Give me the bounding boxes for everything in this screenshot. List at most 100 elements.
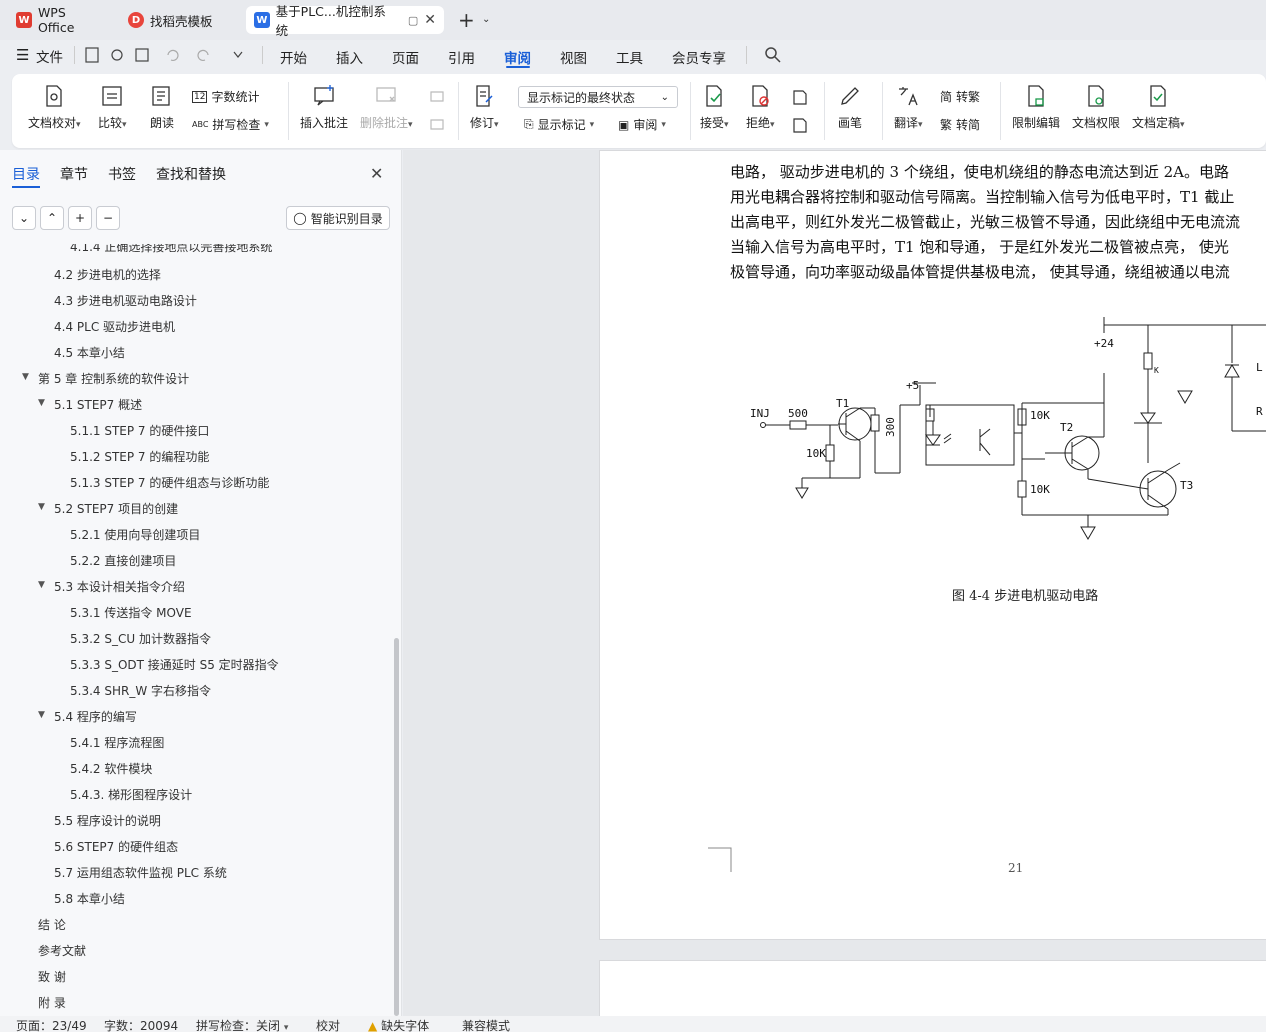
menu-view[interactable]: 视图 — [560, 47, 587, 67]
paragraph-line[interactable]: 用光电耦合器将控制和驱动信号隔离。当控制输入信号为低电平时，T1 截止 — [730, 186, 1234, 207]
restrict-editing-button[interactable]: 限制编辑 — [1012, 84, 1060, 131]
menu-tools[interactable]: 工具 — [616, 47, 643, 67]
toc-item[interactable]: 5.8 本章小结 — [54, 890, 125, 907]
change-nav-icons[interactable] — [790, 88, 810, 136]
toc-item[interactable]: 5.4 程序的编写 — [54, 708, 137, 725]
toc-item[interactable]: 5.3.4 SHR_W 字右移指令 — [70, 682, 211, 699]
toc-item[interactable]: 5.7 运用组态软件监视 PLC 系统 — [54, 864, 227, 881]
review-pane-button[interactable]: ▣ 审阅 ▾ — [618, 116, 666, 133]
toc-item[interactable]: 结 论 — [38, 916, 66, 933]
finalize-button[interactable]: 文档定稿▾ — [1132, 84, 1185, 131]
word-count-button[interactable]: 12 字数统计 — [192, 88, 259, 105]
collapse-button[interactable]: ⌄ — [12, 206, 36, 230]
expand-arrow-icon[interactable]: ▼ — [38, 580, 45, 590]
tab-find-replace[interactable]: 查找和替换 — [156, 164, 226, 184]
toc-item[interactable]: 致 谢 — [38, 968, 66, 985]
doc-permission-button[interactable]: 文档权限 — [1072, 84, 1120, 131]
close-icon[interactable]: ✕ — [370, 164, 383, 183]
tab-dropdown-icon[interactable]: ⌄ — [482, 14, 490, 25]
expand-arrow-icon[interactable]: ▼ — [38, 710, 45, 720]
hamburger-icon[interactable]: ☰ — [16, 46, 29, 64]
pen-button[interactable]: 画笔 — [838, 84, 862, 131]
toc-item[interactable]: 5.3.1 传送指令 MOVE — [70, 604, 192, 621]
toc-item[interactable]: 5.2 STEP7 项目的创建 — [54, 500, 178, 517]
read-aloud-button[interactable]: 朗读 — [150, 84, 174, 131]
to-traditional-button[interactable]: 简 转繁 — [940, 88, 980, 105]
toc-item[interactable]: 附 录 — [38, 994, 66, 1011]
remove-button[interactable]: − — [96, 206, 120, 230]
menu-vip[interactable]: 会员专享 — [672, 47, 726, 67]
figure-caption: 图 4-4 步进电机驱动电路 — [952, 589, 1099, 604]
expand-arrow-icon[interactable]: ▼ — [38, 502, 45, 512]
track-changes-button[interactable]: 修订▾ — [470, 84, 499, 131]
spell-check-status[interactable]: 拼写检查：关闭 ▾ — [196, 1017, 288, 1032]
add-button[interactable]: + — [68, 206, 92, 230]
toc-item[interactable]: 5.1 STEP7 概述 — [54, 396, 142, 413]
menu-review[interactable]: 审阅 — [504, 47, 531, 67]
tab-bookmarks[interactable]: 书签 — [108, 164, 136, 184]
to-simplified-button[interactable]: 繁 转简 — [940, 116, 980, 133]
expand-arrow-icon[interactable]: ▼ — [38, 398, 45, 408]
accept-button[interactable]: 接受▾ — [700, 84, 729, 131]
menu-insert[interactable]: 插入 — [336, 47, 363, 67]
toc-item[interactable]: 5.4.3. 梯形图程序设计 — [70, 786, 192, 803]
compare-button[interactable]: 比较▾ — [98, 84, 127, 131]
toc-item[interactable]: 第 5 章 控制系统的软件设计 — [38, 370, 189, 387]
scrollbar[interactable] — [394, 638, 399, 1016]
paragraph-line[interactable]: 当输入信号为高电平时，T1 饱和导通， 于是红外发光二极管被点亮， 使光 — [730, 236, 1229, 257]
paragraph-line[interactable]: 极管导通，向功率驱动级晶体管提供基极电流， 使其导通，绕组被通以电流 — [730, 261, 1230, 282]
compat-mode-status[interactable]: 兼容模式 — [462, 1017, 510, 1032]
markup-mode-select[interactable]: 显示标记的最终状态 ⌄ — [518, 86, 678, 108]
show-markup-button[interactable]: ⎘ 显示标记 ▾ — [524, 116, 594, 133]
toc-item[interactable]: 5.4.2 软件模块 — [70, 760, 152, 777]
menu-page[interactable]: 页面 — [392, 47, 419, 67]
toc-item[interactable]: 5.1.2 STEP 7 的编程功能 — [70, 448, 209, 465]
toc-item[interactable]: 5.1.1 STEP 7 的硬件接口 — [70, 422, 209, 439]
translate-button[interactable]: 翻译▾ — [894, 84, 923, 131]
delete-comment-button[interactable]: 删除批注▾ — [360, 84, 413, 131]
toc-item[interactable]: 5.3.3 S_ODT 接通延时 S5 定时器指令 — [70, 656, 279, 673]
stepper-driver-circuit-diagram: INJ 500 T1 10K 300 +5 +24 10K T2 10K T3 … — [750, 317, 1266, 540]
menu-file[interactable]: 文件 — [36, 46, 63, 66]
menu-home[interactable]: 开始 — [280, 47, 307, 67]
comment-nav-icons[interactable] — [428, 88, 448, 136]
toc-item[interactable]: 5.3.2 S_CU 加计数器指令 — [70, 630, 211, 647]
reject-button[interactable]: 拒绝▾ — [746, 84, 775, 131]
toc-item[interactable]: 5.3 本设计相关指令介绍 — [54, 578, 185, 595]
proofread-status[interactable]: 校对 — [316, 1017, 340, 1032]
spell-check-button[interactable]: ABC 拼写检查 ▾ — [192, 116, 269, 133]
toc-item[interactable]: 4.4 PLC 驱动步进电机 — [54, 318, 175, 335]
menu-references[interactable]: 引用 — [448, 47, 475, 67]
insert-comment-button[interactable]: 插入批注 — [300, 84, 348, 131]
toc-item[interactable]: 5.6 STEP7 的硬件组态 — [54, 838, 178, 855]
close-tab-icon[interactable]: ✕ — [424, 12, 436, 28]
word-count-status[interactable]: 字数：20094 — [104, 1017, 178, 1032]
toc-item[interactable]: 5.4.1 程序流程图 — [70, 734, 164, 751]
toc-item[interactable]: 5.2.1 使用向导创建项目 — [70, 526, 200, 543]
tab-wps-office[interactable]: W WPS Office — [8, 5, 114, 35]
toc-item[interactable]: 4.3 步进电机驱动电路设计 — [54, 292, 197, 309]
missing-font-status[interactable]: ▲ 缺失字体 — [368, 1017, 429, 1032]
toc-item[interactable]: 4.5 本章小结 — [54, 344, 125, 361]
page-indicator[interactable]: 页面：23/49 — [16, 1017, 87, 1032]
toc-item[interactable]: 4.2 步进电机的选择 — [54, 266, 161, 283]
tab-template[interactable]: D 找稻壳模板 — [120, 6, 240, 34]
search-icon[interactable] — [764, 46, 782, 64]
quick-access-icons[interactable] — [84, 46, 244, 64]
proofread-button[interactable]: 文档校对▾ — [28, 84, 81, 131]
paragraph-line[interactable]: 电路， 驱动步进电机的 3 个绕组，使电机绕组的静态电流达到近 2A。电路 — [730, 161, 1229, 182]
move-up-button[interactable]: ⌃ — [40, 206, 64, 230]
smart-toc-button[interactable]: ◯ 智能识别目录 — [286, 206, 390, 230]
toc-item[interactable]: 5.1.3 STEP 7 的硬件组态与诊断功能 — [70, 474, 269, 491]
window-icon[interactable]: ▢ — [408, 14, 418, 27]
paragraph-line[interactable]: 出高电平，则红外发光二极管截止，光敏三极管不导通，因此绕组中无电流流 — [730, 211, 1240, 232]
tab-document[interactable]: W 基于PLC...机控制系统 ▢ ✕ — [246, 4, 444, 38]
new-tab-icon[interactable]: + — [458, 8, 475, 32]
toc-item[interactable]: 4.1.4 正确选择接地点以完善接地系统 — [70, 244, 272, 255]
tab-chapters[interactable]: 章节 — [60, 164, 88, 184]
toc-item[interactable]: 参考文献 — [38, 942, 86, 959]
tab-toc[interactable]: 目录 — [12, 164, 40, 184]
toc-item[interactable]: 5.2.2 直接创建项目 — [70, 552, 176, 569]
toc-item[interactable]: 5.5 程序设计的说明 — [54, 812, 161, 829]
expand-arrow-icon[interactable]: ▼ — [22, 372, 29, 382]
